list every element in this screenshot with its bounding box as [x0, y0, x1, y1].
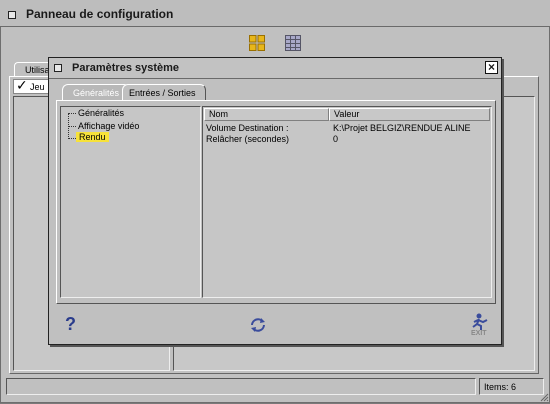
outer-system-menu-icon[interactable] [8, 11, 16, 19]
dialog-title-bar[interactable]: Paramètres système × [49, 58, 501, 79]
table-cell-value: 0 [333, 134, 339, 144]
table-cell-value: K:\Projet BELGIZ\RENDUE ALINE [333, 123, 471, 133]
table-row[interactable]: Relâcher (secondes) 0 [206, 134, 490, 145]
tab-generalites[interactable]: Généralités [62, 84, 130, 100]
tree-item-rendu-label: Rendu [76, 132, 109, 142]
refresh-icon[interactable] [248, 316, 268, 334]
table-row[interactable]: Volume Destination : K:\Projet BELGIZ\RE… [206, 123, 490, 134]
exit-icon [472, 313, 488, 330]
outer-window-title: Panneau de configuration [26, 7, 174, 21]
tab-generalites-label: Généralités [73, 88, 120, 98]
status-bar-items: Items: 6 [479, 378, 544, 395]
column-header-name[interactable]: Nom [204, 108, 329, 121]
table-cell-name: Volume Destination : [206, 123, 289, 133]
help-icon[interactable]: ? [64, 314, 80, 335]
tree-branch-icon [68, 138, 76, 139]
tab-entrees-sorties[interactable]: Entrées / Sorties [122, 84, 206, 100]
tree-branch-icon [68, 113, 76, 114]
tab-entrees-sorties-label: Entrées / Sorties [129, 88, 196, 98]
tree-branch-icon [68, 126, 76, 127]
dialog-system-menu-icon[interactable] [54, 64, 62, 72]
tree-item-generalites-label: Généralités [78, 108, 125, 118]
outer-check-item[interactable]: ✓ Jeu [13, 77, 53, 94]
column-header-name-label: Nom [209, 109, 229, 119]
status-bar-left [6, 378, 476, 395]
column-header-value[interactable]: Valeur [329, 108, 490, 121]
close-icon[interactable]: × [485, 61, 498, 74]
check-icon: ✓ [16, 77, 28, 93]
tree-item-affichage-video-label: Affichage vidéo [78, 121, 140, 131]
outer-title-bar[interactable]: Panneau de configuration [0, 0, 550, 27]
table-cell-name: Relâcher (secondes) [206, 134, 290, 144]
status-items-count: Items: 6 [484, 382, 517, 392]
dialog-title: Paramètres système [72, 62, 180, 74]
outer-check-label: Jeu [30, 82, 45, 92]
exit-label: EXIT [471, 330, 487, 337]
resize-grip-icon[interactable] [540, 393, 549, 402]
list-view-icon[interactable] [285, 35, 301, 51]
outer-tab-label: Utilisa [25, 65, 50, 75]
grid-view-icon[interactable] [249, 35, 265, 51]
exit-button[interactable]: EXIT [468, 313, 492, 339]
column-header-value-label: Valeur [334, 109, 360, 119]
help-glyph: ? [65, 314, 76, 334]
